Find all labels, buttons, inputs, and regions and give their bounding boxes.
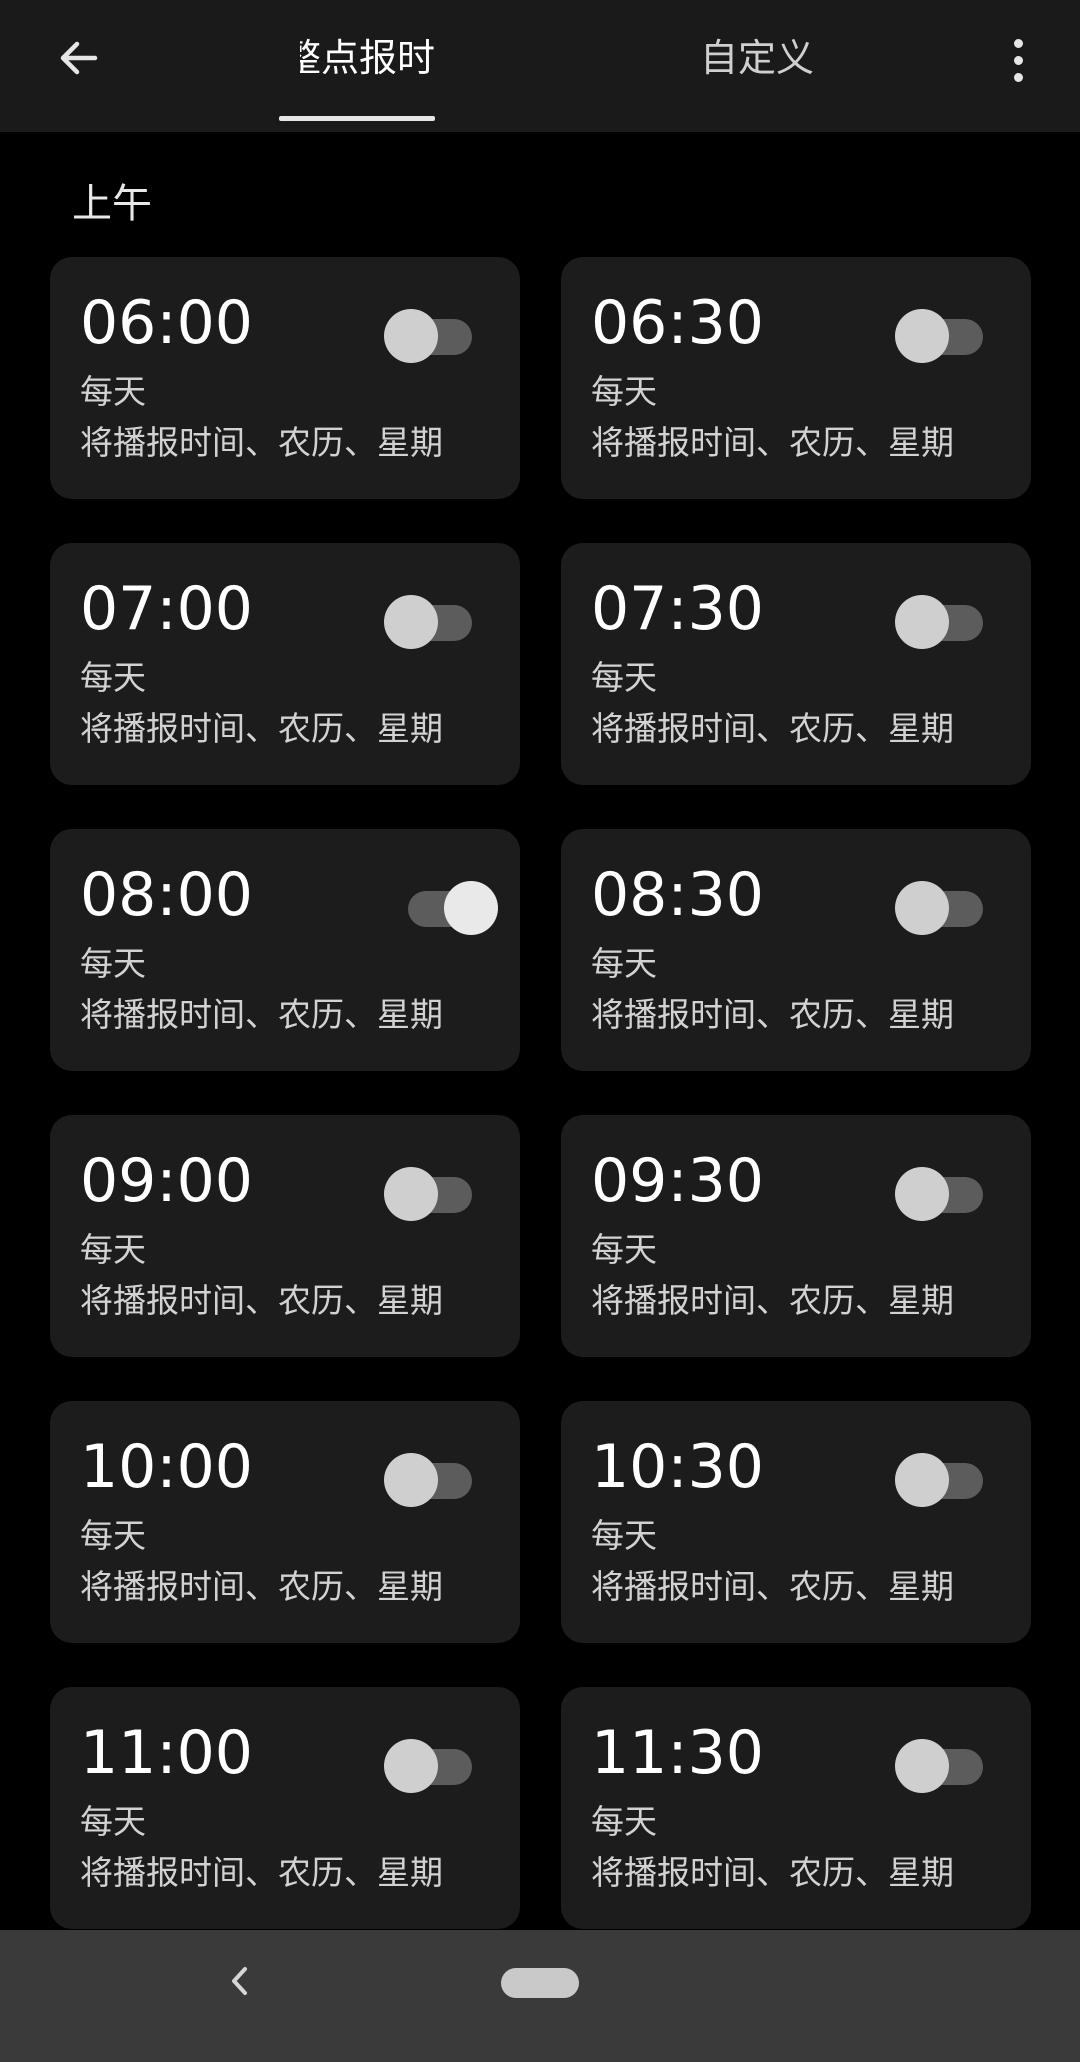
alarm-toggle-switch[interactable] (895, 873, 985, 935)
tab-hourly-chime[interactable]: 整点报时 (300, 26, 435, 90)
alarm-toggle-switch[interactable] (384, 1159, 474, 1221)
alarm-card[interactable]: 11:00 每天将播报时间、农历、星期 (50, 1687, 520, 1929)
toggle-knob (895, 1739, 949, 1793)
alarm-card[interactable]: 09:00 每天将播报时间、农历、星期 (50, 1115, 520, 1357)
alarm-toggle-switch[interactable] (384, 1445, 474, 1507)
alarm-card[interactable]: 06:30 每天将播报时间、农历、星期 (561, 257, 1031, 499)
alarm-description: 将播报时间、农历、星期 (591, 709, 954, 748)
toggle-knob (895, 881, 949, 935)
alarm-description: 将播报时间、农历、星期 (80, 1567, 443, 1606)
alarm-card[interactable]: 10:00 每天将播报时间、农历、星期 (50, 1401, 520, 1643)
alarm-toggle-switch[interactable] (895, 1159, 985, 1221)
more-vertical-icon (1013, 38, 1023, 48)
alarm-repeat: 每天 (80, 1516, 146, 1555)
alarm-repeat: 每天 (80, 658, 146, 697)
alarm-time: 06:30 (591, 288, 764, 358)
toggle-knob (384, 1167, 438, 1221)
alarm-repeat: 每天 (80, 1230, 146, 1269)
alarm-description: 将播报时间、农历、星期 (80, 1281, 443, 1320)
system-navigation-bar (0, 1930, 1080, 2062)
alarm-description: 将播报时间、农历、星期 (591, 1853, 954, 1892)
nav-home-pill[interactable] (501, 1968, 579, 1998)
alarm-card[interactable]: 08:30 每天将播报时间、农历、星期 (561, 829, 1031, 1071)
alarm-repeat: 每天 (591, 1516, 657, 1555)
alarm-card[interactable]: 08:00 每天将播报时间、农历、星期 (50, 829, 520, 1071)
alarm-description: 将播报时间、农历、星期 (80, 709, 443, 748)
alarm-time: 09:00 (80, 1146, 253, 1216)
alarm-time: 09:30 (591, 1146, 764, 1216)
alarm-card[interactable]: 11:30 每天将播报时间、农历、星期 (561, 1687, 1031, 1929)
alarm-toggle-switch[interactable] (408, 873, 498, 935)
alarm-description: 将播报时间、农历、星期 (591, 1567, 954, 1606)
alarm-description: 将播报时间、农历、星期 (591, 423, 954, 462)
alarm-card[interactable]: 09:30 每天将播报时间、农历、星期 (561, 1115, 1031, 1357)
alarm-repeat: 每天 (591, 1802, 657, 1841)
alarm-card[interactable]: 10:30 每天将播报时间、农历、星期 (561, 1401, 1031, 1643)
alarm-repeat: 每天 (591, 944, 657, 983)
alarm-toggle-switch[interactable] (895, 1445, 985, 1507)
toggle-knob (384, 595, 438, 649)
alarm-repeat: 每天 (80, 1802, 146, 1841)
alarm-repeat: 每天 (80, 944, 146, 983)
alarm-time: 08:00 (80, 860, 253, 930)
alarm-card[interactable]: 07:00 每天将播报时间、农历、星期 (50, 543, 520, 785)
tab-custom-label: 自定义 (700, 36, 815, 80)
top-app-bar: 整点报时 自定义 (0, 0, 1080, 132)
alarm-time: 10:00 (80, 1432, 253, 1502)
alarm-time: 08:30 (591, 860, 764, 930)
alarm-card[interactable]: 06:00 每天将播报时间、农历、星期 (50, 257, 520, 499)
alarm-description: 将播报时间、农历、星期 (591, 1281, 954, 1320)
more-options-button[interactable] (990, 30, 1046, 90)
active-tab-indicator (279, 116, 435, 121)
alarm-repeat: 每天 (591, 1230, 657, 1269)
alarm-toggle-switch[interactable] (384, 301, 474, 363)
alarm-description: 将播报时间、农历、星期 (591, 995, 954, 1034)
alarm-time: 06:00 (80, 288, 253, 358)
chevron-left-icon (225, 1963, 255, 2003)
tab-custom[interactable]: 自定义 (700, 26, 860, 90)
toggle-knob (444, 881, 498, 935)
back-button[interactable] (44, 30, 114, 90)
alarm-toggle-switch[interactable] (895, 587, 985, 649)
alarm-card[interactable]: 07:30 每天将播报时间、农历、星期 (561, 543, 1031, 785)
nav-back-button[interactable] (215, 1958, 265, 2008)
alarm-description: 将播报时间、农历、星期 (80, 995, 443, 1034)
alarm-repeat: 每天 (591, 372, 657, 411)
alarm-time: 11:30 (591, 1718, 764, 1788)
alarm-description: 将播报时间、农历、星期 (80, 423, 443, 462)
alarm-time: 07:00 (80, 574, 253, 644)
toggle-knob (895, 595, 949, 649)
alarm-toggle-switch[interactable] (384, 587, 474, 649)
toggle-knob (895, 309, 949, 363)
alarm-time: 11:00 (80, 1718, 253, 1788)
alarm-toggle-switch[interactable] (895, 301, 985, 363)
section-title-morning: 上午 (72, 181, 152, 227)
toggle-knob (384, 1453, 438, 1507)
alarm-repeat: 每天 (80, 372, 146, 411)
alarm-toggle-switch[interactable] (895, 1731, 985, 1793)
toggle-knob (384, 1739, 438, 1793)
arrow-left-icon (55, 34, 103, 86)
alarm-description: 将播报时间、农历、星期 (80, 1853, 443, 1892)
toggle-knob (895, 1167, 949, 1221)
alarm-time: 07:30 (591, 574, 764, 644)
alarm-toggle-switch[interactable] (384, 1731, 474, 1793)
alarm-repeat: 每天 (591, 658, 657, 697)
tab-hourly-chime-label: 整点报时 (300, 36, 435, 80)
toggle-knob (384, 309, 438, 363)
alarm-time: 10:30 (591, 1432, 764, 1502)
toggle-knob (895, 1453, 949, 1507)
